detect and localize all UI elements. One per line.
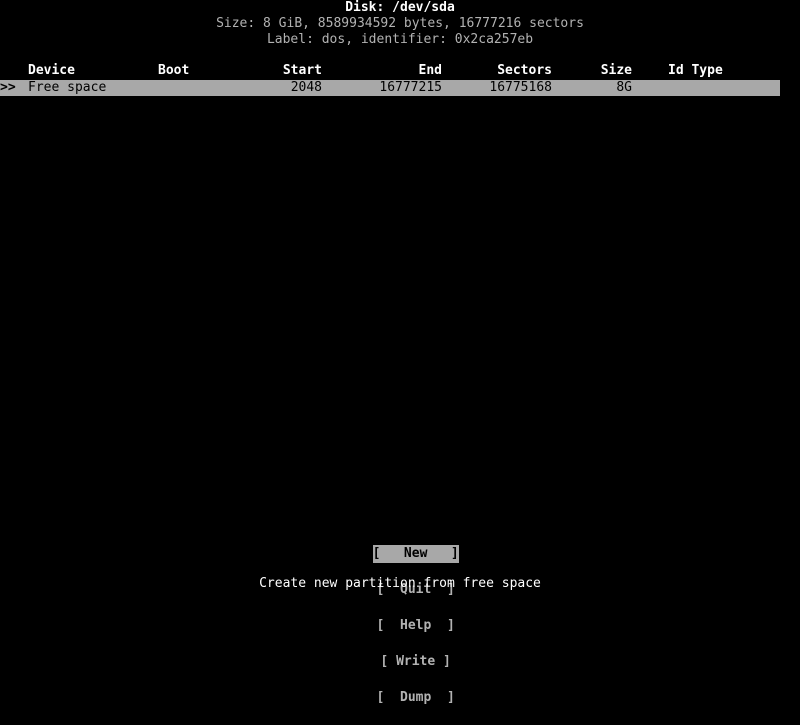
- menu-button-write[interactable]: [ Write ]: [380, 653, 450, 671]
- status-hint: Create new partition from free space: [259, 576, 541, 591]
- disk-label-line: Label: dos, identifier: 0x2ca257eb: [266, 32, 534, 47]
- menu-separator: [408, 671, 424, 689]
- column-header-sectors: Sectors: [497, 63, 552, 78]
- table-row[interactable]: >> Free space 2048 16777215 16775168 8G: [0, 80, 800, 96]
- column-header-device: Device: [28, 63, 75, 78]
- row-selection-marker: >>: [0, 80, 16, 95]
- column-header-end: End: [418, 63, 442, 78]
- menu-bar: [ New ] [ Quit ] [ Help ] [ Write ] [ Du…: [0, 527, 800, 705]
- cell-sectors: 16775168: [489, 80, 552, 95]
- cell-boot: [158, 80, 218, 96]
- column-header-size: Size: [600, 63, 632, 78]
- column-header-boot: Boot: [158, 63, 190, 78]
- cell-start: 2048: [290, 80, 322, 95]
- column-header-start: Start: [282, 63, 322, 78]
- cell-idtype: [668, 80, 778, 96]
- cfdisk-screen: Disk: /dev/sda Size: 8 GiB, 8589934592 b…: [0, 0, 800, 705]
- disk-size-line: Size: 8 GiB, 8589934592 bytes, 16777216 …: [216, 16, 584, 31]
- menu-button-new[interactable]: [ New ]: [372, 545, 459, 563]
- cell-end: 16777215: [379, 80, 442, 95]
- cell-size: 8G: [616, 80, 632, 95]
- menu-button-dump[interactable]: [ Dump ]: [377, 689, 455, 707]
- menu-separator: [408, 635, 424, 653]
- cell-device: Free space: [28, 80, 107, 95]
- disk-title: Disk: /dev/sda: [345, 0, 455, 15]
- column-header-idtype: Id Type: [668, 63, 723, 78]
- partition-table-header: Device Boot Start End Sectors Size Id Ty…: [0, 62, 800, 80]
- menu-separator: [408, 599, 424, 617]
- menu-button-help[interactable]: [ Help ]: [377, 617, 455, 635]
